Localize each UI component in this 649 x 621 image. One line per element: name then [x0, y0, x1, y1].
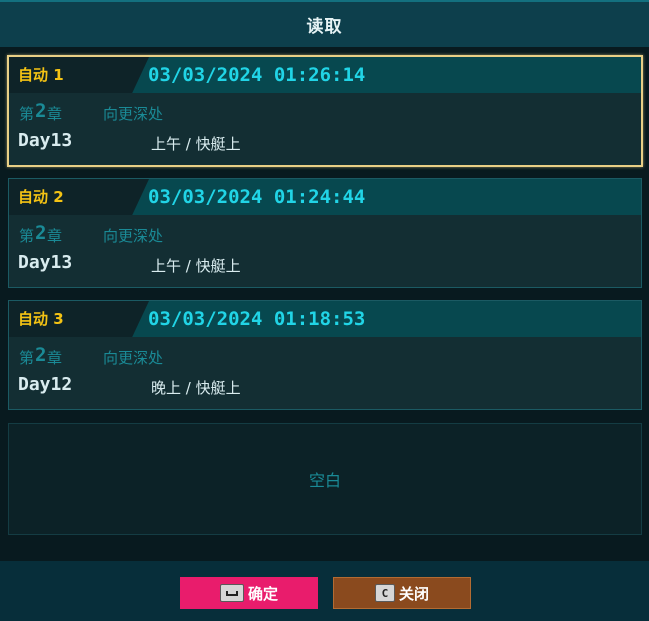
empty-save-slot[interactable]: 空白 — [8, 423, 642, 535]
footer-bar: 确定 C 关闭 — [0, 561, 649, 621]
slot-timestamp: 03/03/2024 01:18:53 — [148, 308, 366, 330]
slot-chapter-suffix: 章 — [47, 349, 63, 367]
slot-timestamp: 03/03/2024 01:26:14 — [148, 64, 366, 86]
slot-chapter-suffix: 章 — [47, 227, 63, 245]
slot-location: 上午 / 快艇上 — [151, 257, 241, 275]
close-button[interactable]: C 关闭 — [333, 577, 471, 609]
slot-chapter-title: 向更深处 — [103, 105, 164, 123]
slot-day: Day13 — [18, 130, 73, 151]
save-slot-auto-1[interactable]: 自动 1 03/03/2024 01:26:14 第 2 章 向更深处 Day1… — [7, 55, 643, 167]
space-key-icon — [219, 584, 244, 602]
title-bar: 读取 — [0, 0, 649, 47]
slot-day: Day13 — [18, 252, 73, 273]
slot-timestamp: 03/03/2024 01:24:44 — [148, 186, 366, 208]
slot-chapter-prefix: 第 — [19, 349, 35, 367]
slot-location: 上午 / 快艇上 — [151, 135, 241, 153]
empty-slot-label: 空白 — [308, 471, 341, 490]
slot-chapter-prefix: 第 — [19, 227, 35, 245]
slot-chapter-title: 向更深处 — [103, 349, 164, 367]
slot-location: 晚上 / 快艇上 — [151, 379, 241, 397]
save-slot-auto-2[interactable]: 自动 2 03/03/2024 01:24:44 第 2 章 向更深处 Day1… — [8, 178, 642, 288]
slot-chapter-number: 2 — [35, 100, 47, 122]
slot-day: Day12 — [18, 374, 73, 395]
slot-chapter-number: 2 — [35, 222, 47, 244]
slot-chapter-suffix: 章 — [47, 105, 63, 123]
c-key-icon: C — [374, 584, 395, 602]
confirm-button-label: 确定 — [247, 584, 278, 603]
slot-label: 自动 1 — [18, 66, 64, 84]
slot-chapter-title: 向更深处 — [103, 227, 164, 245]
close-button-label: 关闭 — [398, 584, 429, 603]
slot-chapter-prefix: 第 — [19, 105, 35, 123]
save-slot-auto-3[interactable]: 自动 3 03/03/2024 01:18:53 第 2 章 向更深处 Day1… — [8, 300, 642, 410]
slot-label: 自动 3 — [18, 310, 64, 328]
confirm-button[interactable]: 确定 — [180, 577, 318, 609]
page-title: 读取 — [306, 17, 343, 37]
slot-label: 自动 2 — [18, 188, 64, 206]
slot-chapter-number: 2 — [35, 344, 47, 366]
